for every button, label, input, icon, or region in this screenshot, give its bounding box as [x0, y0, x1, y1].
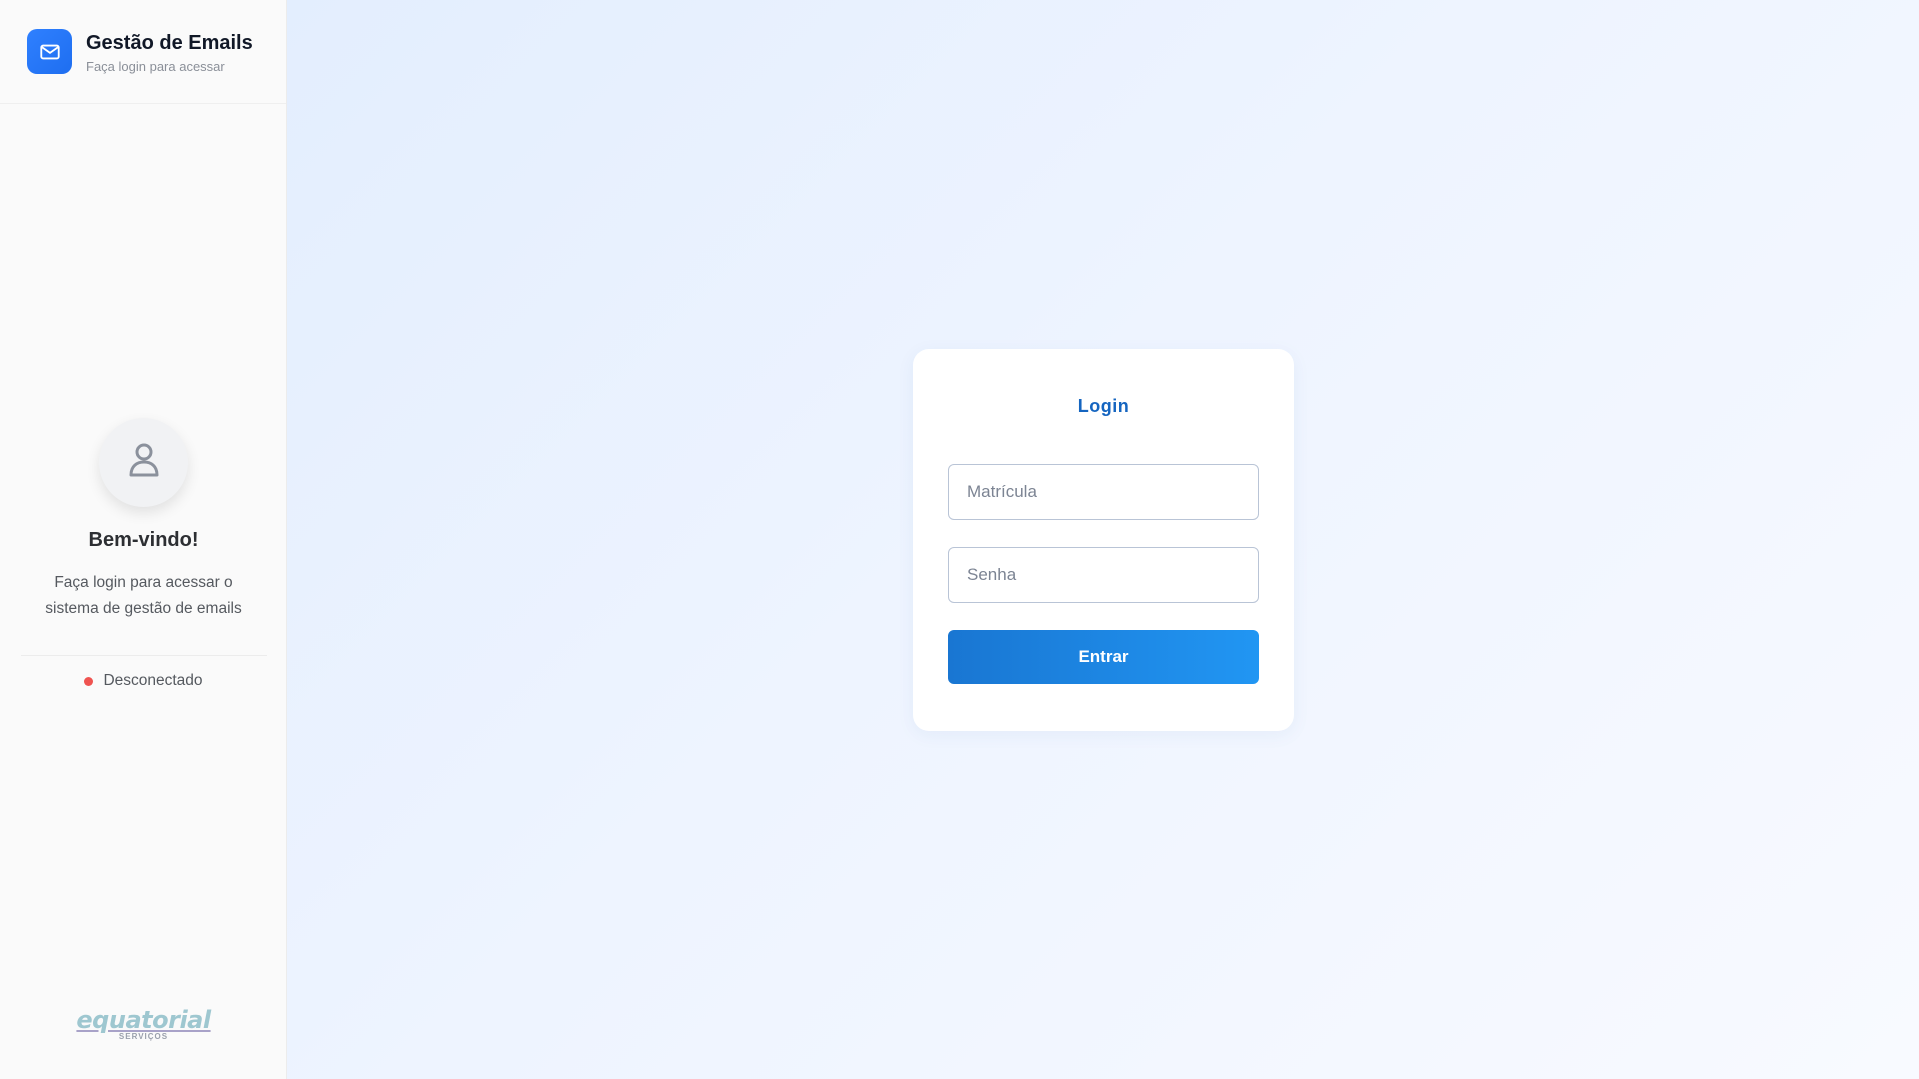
divider	[20, 655, 267, 656]
password-input[interactable]	[948, 547, 1259, 603]
app-subtitle: Faça login para acessar	[86, 59, 225, 74]
welcome-panel: Bem-vindo! Faça login para acessar o sis…	[0, 418, 287, 690]
login-title: Login	[1077, 396, 1130, 416]
app-window: Gestão de Emails Faça login para acessar…	[0, 0, 1919, 1079]
login-card: Login Entrar	[913, 349, 1294, 731]
welcome-text: Faça login para acessar o sistema de ges…	[45, 574, 242, 617]
app-title: Gestão de Emails	[86, 32, 253, 54]
brand-text: Gestão de Emails Faça login para acessar	[86, 31, 253, 74]
logo-word: equatorial	[76, 1006, 211, 1034]
user-icon	[127, 441, 161, 484]
status-dot-icon	[84, 676, 94, 686]
status-label: Desconectado	[103, 672, 203, 689]
logo-mark: equatorial SERVIÇOS	[76, 1006, 211, 1041]
mail-icon	[27, 29, 72, 74]
welcome-title: Bem-vindo!	[88, 529, 199, 551]
login-button[interactable]: Entrar	[948, 630, 1259, 684]
matricula-input[interactable]	[948, 464, 1259, 520]
sidebar: Gestão de Emails Faça login para acessar…	[0, 0, 287, 1079]
connection-status: Desconectado	[0, 672, 287, 690]
avatar	[99, 418, 188, 507]
company-logo: equatorial SERVIÇOS	[0, 1008, 287, 1041]
sidebar-header: Gestão de Emails Faça login para acessar	[0, 0, 286, 104]
main-area: Login Entrar	[287, 0, 1919, 1079]
